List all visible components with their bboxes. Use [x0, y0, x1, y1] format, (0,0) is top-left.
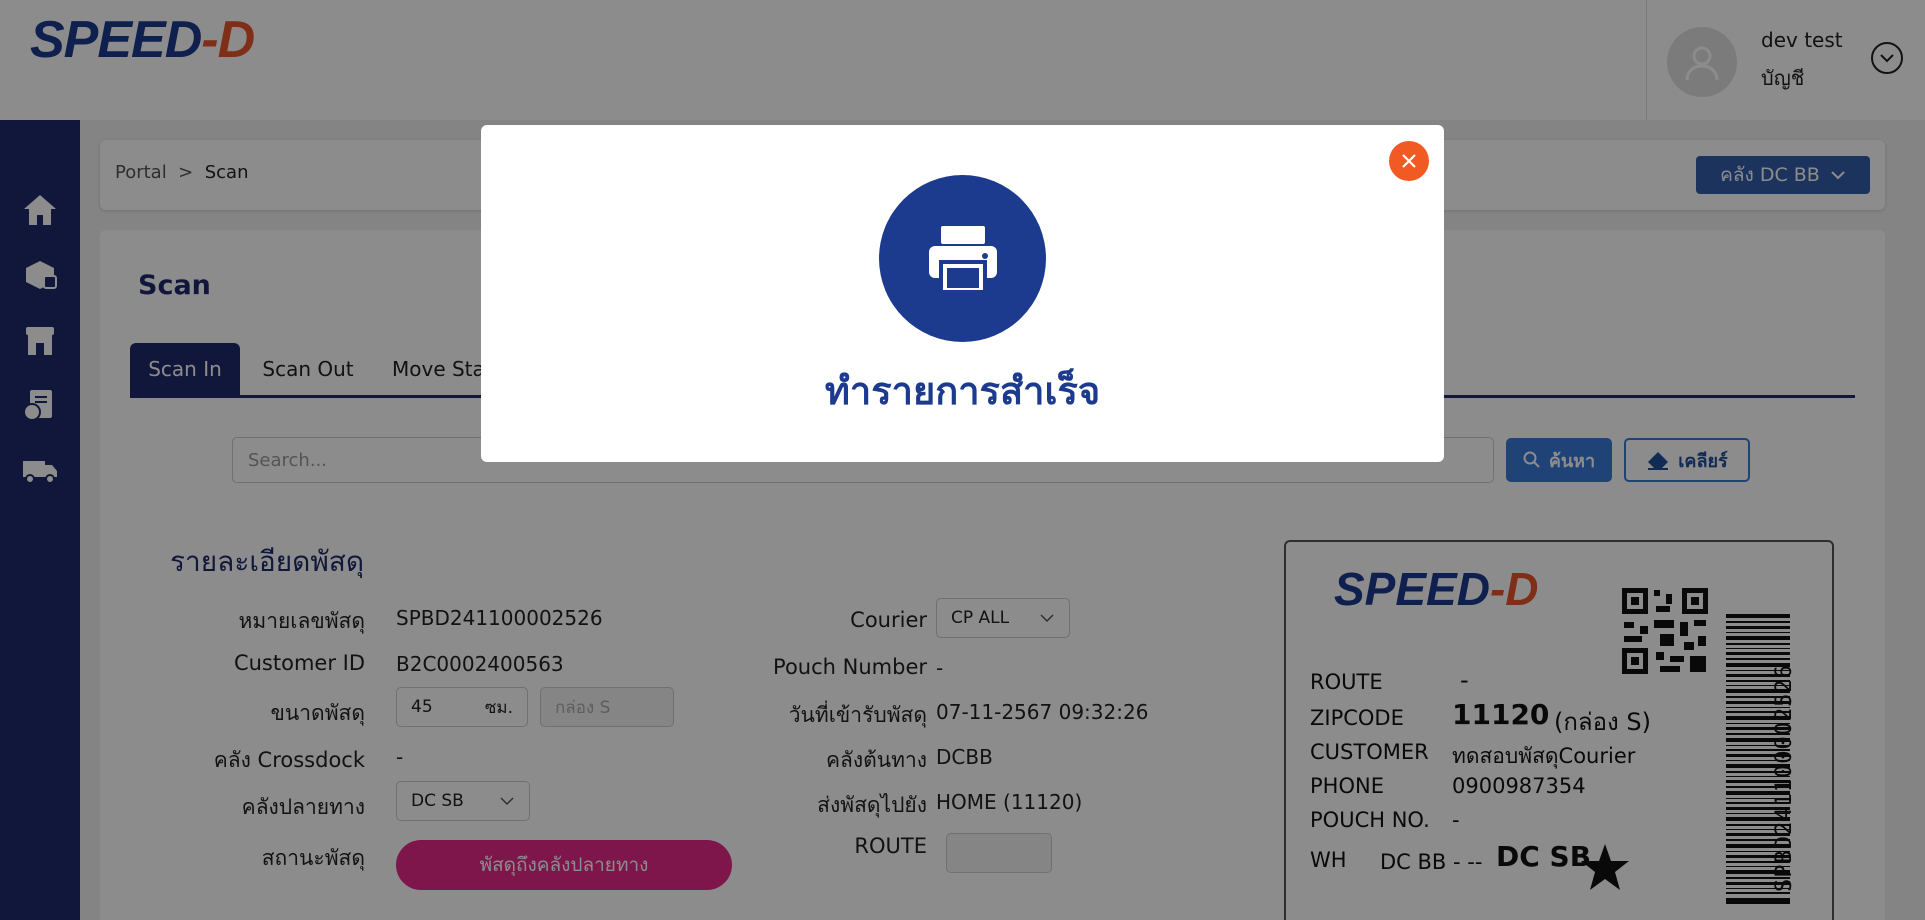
printer-icon — [879, 175, 1046, 342]
success-message: ทำรายการสำเร็จ — [824, 369, 1101, 413]
close-icon[interactable] — [1389, 141, 1429, 181]
